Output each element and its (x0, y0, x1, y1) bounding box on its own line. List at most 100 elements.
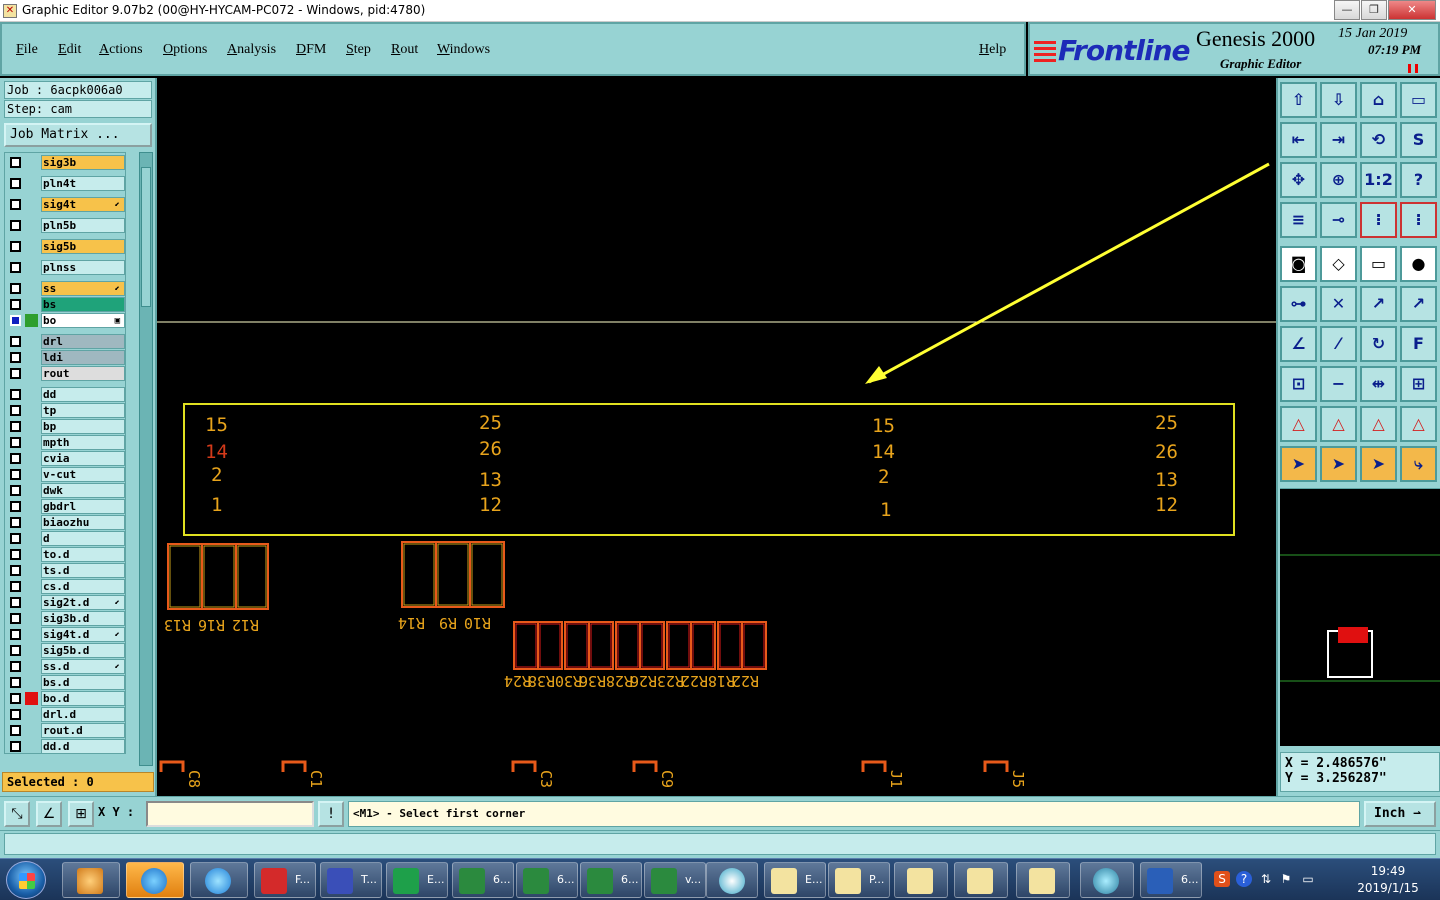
layer-name[interactable]: drl (41, 334, 125, 349)
layer-row-dd.d[interactable]: dd.d (5, 739, 127, 754)
tray-help-icon[interactable]: ? (1236, 871, 1252, 887)
tool-button-30[interactable]: − (1320, 366, 1357, 402)
layer-checkbox[interactable] (10, 220, 21, 231)
tool-button-7[interactable]: ⟲ (1360, 122, 1397, 158)
layer-row-ldi[interactable]: ldi (5, 350, 127, 365)
layer-row-ss[interactable]: ss ⬋ (5, 281, 127, 296)
menu-windows[interactable]: Windows (437, 42, 490, 58)
tool-button-35[interactable]: △ (1360, 406, 1397, 442)
layer-checkbox[interactable] (10, 315, 21, 326)
layer-row-rout[interactable]: rout (5, 366, 127, 381)
tool-button-31[interactable]: ⇹ (1360, 366, 1397, 402)
maximize-button[interactable]: ❐ (1361, 0, 1387, 20)
layer-row-drl[interactable]: drl (5, 334, 127, 349)
layer-checkbox[interactable] (10, 645, 21, 656)
tool-button-29[interactable]: ⊡ (1280, 366, 1317, 402)
taskbar-clock[interactable]: 19:49 2019/1/15 (1340, 863, 1436, 897)
menu-analysis[interactable]: Analysis (227, 42, 276, 58)
menu-options[interactable]: Options (163, 42, 207, 58)
tray-flag-icon[interactable]: ⚑ (1278, 871, 1294, 887)
layer-name[interactable]: bs.d (41, 675, 125, 690)
tool-button-22[interactable]: ✕ (1320, 286, 1357, 322)
layer-row-sig2t.d[interactable]: sig2t.d ⬋ (5, 595, 127, 610)
taskbar-item-2[interactable]: T... (320, 862, 382, 898)
layer-row-v-cut[interactable]: v-cut (5, 467, 127, 482)
layer-row-dd[interactable]: dd (5, 387, 127, 402)
taskbar-viewer-app[interactable] (1080, 862, 1134, 898)
layer-checkbox[interactable] (10, 421, 21, 432)
tool-button-18[interactable]: ◇ (1320, 246, 1357, 282)
layer-checkbox[interactable] (10, 336, 21, 347)
layer-row-rout.d[interactable]: rout.d (5, 723, 127, 738)
layer-name[interactable]: sig5b.d (41, 643, 125, 658)
taskbar-item-1[interactable]: F... (254, 862, 316, 898)
layer-name[interactable]: dwk (41, 483, 125, 498)
taskbar-editor-app-3[interactable] (1016, 862, 1070, 898)
layer-name[interactable]: sig5b (41, 239, 125, 254)
layer-name[interactable]: drl.d (41, 707, 125, 722)
menu-help[interactable]: Help (979, 42, 1006, 58)
layer-checkbox[interactable] (10, 389, 21, 400)
layer-checkbox[interactable] (10, 741, 21, 752)
mini-view[interactable] (1280, 488, 1440, 746)
layer-name[interactable]: ss ⬋ (41, 281, 125, 296)
layer-name[interactable]: sig3b.d (41, 611, 125, 626)
tool-button-3[interactable]: ⌂ (1360, 82, 1397, 118)
tray-network-icon[interactable]: ⇅ (1258, 871, 1274, 887)
tool-button-20[interactable]: ● (1400, 246, 1437, 282)
layer-name[interactable]: mpth (41, 435, 125, 450)
layer-row-sig4t.d[interactable]: sig4t.d ⬋ (5, 627, 127, 642)
menu-rout[interactable]: Rout (391, 42, 418, 58)
layer-row-pln5b[interactable]: pln5b (5, 218, 127, 233)
tray-display-icon[interactable]: ▭ (1300, 871, 1316, 887)
layer-checkbox[interactable] (10, 437, 21, 448)
layer-row-sig3b[interactable]: sig3b (5, 155, 127, 170)
tool-button-32[interactable]: ⊞ (1400, 366, 1437, 402)
layer-checkbox[interactable] (10, 565, 21, 576)
layer-checkbox[interactable] (10, 453, 21, 464)
layer-row-bp[interactable]: bp (5, 419, 127, 434)
layer-row-d[interactable]: d (5, 531, 127, 546)
tool-button-16[interactable]: ⁝ (1400, 202, 1437, 238)
layer-checkbox[interactable] (10, 199, 21, 210)
layer-checkbox[interactable] (10, 629, 21, 640)
layer-name[interactable]: pln4t (41, 176, 125, 191)
layer-checkbox[interactable] (10, 262, 21, 273)
layer-row-bs.d[interactable]: bs.d (5, 675, 127, 690)
taskbar-item-8[interactable]: E... (764, 862, 826, 898)
layer-name[interactable]: dd (41, 387, 125, 402)
layer-checkbox[interactable] (10, 178, 21, 189)
menu-dfm[interactable]: DFM (296, 42, 326, 58)
tool-button-12[interactable]: ? (1400, 162, 1437, 198)
tool-button-8[interactable]: S (1400, 122, 1437, 158)
menu-actions[interactable]: Actions (99, 42, 143, 58)
layer-checkbox[interactable] (10, 368, 21, 379)
layer-name[interactable]: sig4t.d ⬋ (41, 627, 125, 642)
tool-button-2[interactable]: ⇩ (1320, 82, 1357, 118)
layer-name[interactable]: plnss (41, 260, 125, 275)
layer-checkbox[interactable] (10, 677, 21, 688)
layer-row-bs[interactable]: bs (5, 297, 127, 312)
tool-button-23[interactable]: ↗ (1360, 286, 1397, 322)
layer-name[interactable]: v-cut (41, 467, 125, 482)
layer-row-bo[interactable]: bo ▣ (5, 313, 127, 328)
layer-checkbox[interactable] (10, 352, 21, 363)
taskbar-editor-app-2[interactable] (954, 862, 1008, 898)
layer-name[interactable]: pln5b (41, 218, 125, 233)
layer-checkbox[interactable] (10, 709, 21, 720)
tool-button-10[interactable]: ⊕ (1320, 162, 1357, 198)
minimize-button[interactable]: — (1334, 0, 1360, 20)
tool-button-6[interactable]: ⇥ (1320, 122, 1357, 158)
layer-checkbox[interactable] (10, 549, 21, 560)
taskbar-item-5[interactable]: 6... (516, 862, 578, 898)
tool-button-36[interactable]: △ (1400, 406, 1437, 442)
layer-checkbox[interactable] (10, 725, 21, 736)
layer-checkbox[interactable] (10, 469, 21, 480)
tool-button-17[interactable]: ◙ (1280, 246, 1317, 282)
tool-button-37[interactable]: ➤ (1280, 446, 1317, 482)
layer-row-gbdrl[interactable]: gbdrl (5, 499, 127, 514)
canvas-svg[interactable]: 1514212526131215142125261312 R13 R16 R12 R… (157, 78, 1276, 796)
layer-name[interactable]: bo ▣ (41, 313, 125, 328)
layer-checkbox[interactable] (10, 283, 21, 294)
tool-button-19[interactable]: ▭ (1360, 246, 1397, 282)
